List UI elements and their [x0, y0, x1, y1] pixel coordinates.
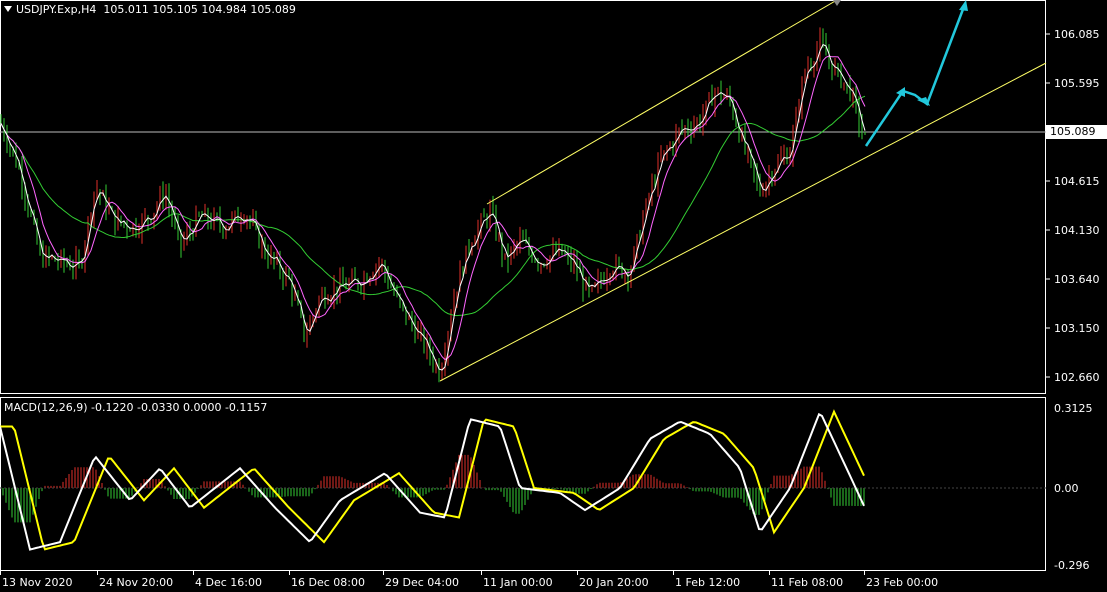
macd-values: -0.1220 -0.0330 0.0000 -0.1157 — [91, 401, 268, 414]
time-axis-label: 11 Jan 00:00 — [483, 576, 553, 589]
price-axis-label: 106.085 — [1054, 28, 1100, 41]
trend-channel — [439, 0, 1047, 382]
mid-ma-line — [0, 55, 866, 361]
high-value: 105.105 — [152, 3, 198, 16]
time-axis-label: 11 Feb 08:00 — [771, 576, 843, 589]
price-axis-label: 102.660 — [1054, 371, 1100, 384]
time-axis-label: 23 Feb 00:00 — [866, 576, 938, 589]
axes: 106.085 105.595 104.615 104.130 103.640 103.1… — [0, 28, 1100, 589]
chart-header: USDJPY.Exp,H4 105.011 105.105 104.984 10… — [4, 3, 296, 16]
time-axis-label: 20 Jan 20:00 — [579, 576, 649, 589]
signal-line — [0, 409, 865, 551]
channel-upper-line — [486, 0, 838, 205]
low-value: 104.984 — [201, 3, 247, 16]
moving-averages — [0, 43, 866, 371]
price-axis-label: 104.130 — [1054, 224, 1100, 237]
candles — [0, 27, 866, 383]
chart-canvas[interactable]: 106.085 105.595 104.615 104.130 103.640 103.1… — [0, 0, 1107, 592]
main-pane-frame — [0, 0, 1046, 394]
macd-axis-label: 0.3125 — [1054, 402, 1093, 415]
forecast-arrows — [864, 0, 968, 147]
forecast-path — [864, 3, 967, 147]
channel-lower-line — [439, 62, 1047, 382]
price-axis-label: 104.615 — [1054, 175, 1100, 188]
close-value: 105.089 — [250, 3, 296, 16]
time-axis-label: 13 Nov 2020 — [2, 576, 72, 589]
macd-indicator — [0, 409, 1046, 551]
slow-ma-line — [0, 95, 866, 317]
time-axis-label: 4 Dec 16:00 — [195, 576, 262, 589]
time-axis-label: 29 Dec 04:00 — [385, 576, 459, 589]
price-axis-label: 103.640 — [1054, 273, 1100, 286]
macd-pane-frame — [0, 397, 1046, 571]
time-axis-label: 16 Dec 08:00 — [291, 576, 365, 589]
time-axis-label: 1 Feb 12:00 — [675, 576, 740, 589]
macd-label: MACD(12,26,9) — [4, 401, 88, 414]
arrowhead-3 — [959, 0, 968, 11]
current-price-tag: 105.089 — [1046, 125, 1107, 139]
macd-header: MACD(12,26,9) -0.1220 -0.0330 0.0000 -0.… — [4, 401, 267, 414]
price-axis-label: 105.595 — [1054, 77, 1100, 90]
fast-ma-line — [0, 43, 866, 371]
macd-axis-label: -0.296 — [1054, 559, 1089, 572]
chart-shift-marker[interactable] — [833, 0, 841, 6]
open-value: 105.011 — [103, 3, 149, 16]
macd-axis-label: 0.00 — [1054, 482, 1079, 495]
price-axis-label: 103.150 — [1054, 322, 1100, 335]
dropdown-triangle-icon[interactable] — [4, 6, 12, 12]
time-axis-label: 24 Nov 20:00 — [99, 576, 173, 589]
symbol-label: USDJPY.Exp,H4 — [16, 3, 97, 16]
